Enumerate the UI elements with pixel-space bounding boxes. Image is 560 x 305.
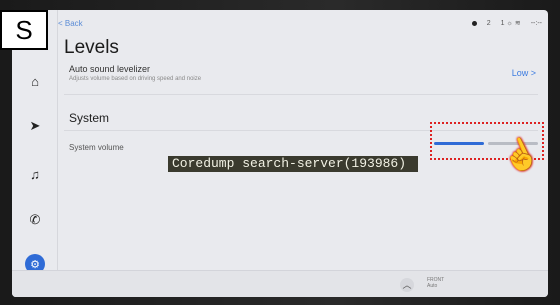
front-climate[interactable]: FRONT Auto xyxy=(427,277,444,289)
status-clock: --:-- xyxy=(530,19,542,27)
bottom-bar: ︿ FRONT Auto xyxy=(12,270,548,297)
status-signal-icons: 1 ☼ ≋ xyxy=(500,20,521,27)
phone-icon[interactable]: ✆ xyxy=(12,209,58,231)
status-person-count: 2 xyxy=(486,19,491,27)
screen: ⌂ ➤ ♫ ✆ ⚙ 2 1 ☼ ≋ --:-- < Back Levels Au… xyxy=(12,10,548,297)
system-volume-label: System volume xyxy=(69,143,124,152)
home-icon[interactable]: ⌂ xyxy=(12,70,58,92)
sidebar-divider xyxy=(57,10,58,297)
front-sub: Auto xyxy=(427,283,438,289)
divider xyxy=(64,94,538,95)
back-button[interactable]: < Back xyxy=(58,19,83,28)
section-title: System xyxy=(69,111,110,125)
music-icon[interactable]: ♫ xyxy=(12,163,58,185)
status-bar: 2 1 ☼ ≋ --:-- xyxy=(471,15,542,31)
chevron-up-icon[interactable]: ︿ xyxy=(400,278,414,292)
auto-sound-subtitle: Adjusts volume based on driving speed an… xyxy=(69,76,202,82)
auto-sound-title[interactable]: Auto sound levelizer xyxy=(69,64,150,74)
status-dot-icon xyxy=(471,20,477,26)
overlay-banner: Coredump search-server(193986) xyxy=(168,156,418,172)
auto-sound-value-button[interactable]: Low > xyxy=(512,68,536,78)
corner-label: S xyxy=(0,10,48,50)
page-title: Levels xyxy=(64,37,119,58)
navigation-icon[interactable]: ➤ xyxy=(12,115,58,137)
sidebar: ⌂ ➤ ♫ ✆ ⚙ xyxy=(12,10,58,297)
